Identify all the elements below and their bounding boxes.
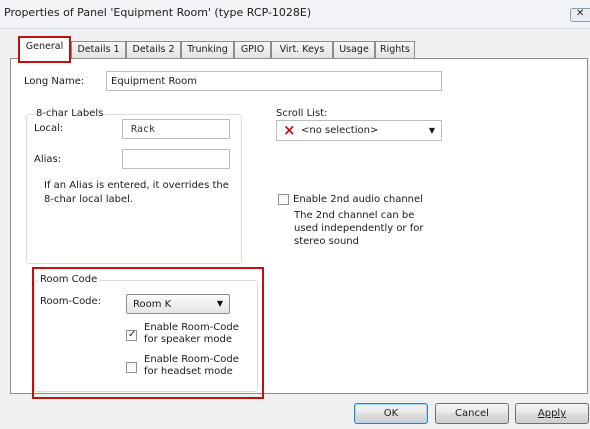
long-name-value: Equipment Room bbox=[111, 76, 197, 87]
alias-hint-line-1: If an Alias is entered, it overrides the bbox=[44, 180, 229, 191]
scroll-list-dropdown[interactable]: × <no selection> ▼ bbox=[276, 120, 442, 141]
labels-group-title: 8-char Labels bbox=[34, 108, 106, 119]
close-icon: ✕ bbox=[576, 8, 585, 19]
audio-hint-line-1: The 2nd channel can be bbox=[294, 210, 415, 221]
enable-2nd-audio-checkbox[interactable] bbox=[278, 194, 289, 205]
tab-trunking[interactable]: Trunking bbox=[181, 41, 234, 58]
long-name-field[interactable]: Equipment Room bbox=[106, 71, 442, 91]
room-code-highlight-box bbox=[32, 267, 264, 399]
tab-details-1[interactable]: Details 1 bbox=[71, 41, 126, 58]
scroll-list-value: <no selection> bbox=[301, 125, 379, 136]
apply-button[interactable]: Apply bbox=[515, 403, 589, 424]
scroll-list-label: Scroll List: bbox=[276, 108, 328, 119]
tab-usage[interactable]: Usage bbox=[333, 41, 375, 58]
tab-highlight-box bbox=[18, 36, 71, 63]
title-bar: Properties of Panel 'Equipment Room' (ty… bbox=[0, 0, 590, 29]
no-selection-x-icon: × bbox=[283, 121, 296, 139]
tab-gpio[interactable]: GPIO bbox=[234, 41, 271, 58]
chevron-down-icon: ▼ bbox=[428, 126, 435, 135]
audio-hint-line-2: used independently or for bbox=[294, 223, 424, 234]
tab-rights[interactable]: Rights bbox=[375, 41, 415, 58]
enable-2nd-audio-label: Enable 2nd audio channel bbox=[293, 194, 423, 205]
tab-details-2[interactable]: Details 2 bbox=[126, 41, 181, 58]
close-button[interactable]: ✕ bbox=[570, 8, 590, 22]
ok-button[interactable]: OK bbox=[354, 403, 428, 424]
tab-virt-keys[interactable]: Virt. Keys bbox=[271, 41, 333, 58]
alias-hint-line-2: 8-char local label. bbox=[44, 194, 134, 205]
alias-field[interactable] bbox=[122, 149, 230, 169]
apply-button-label: Apply bbox=[537, 408, 567, 419]
audio-hint-line-3: stereo sound bbox=[294, 236, 359, 247]
local-label: Local: bbox=[34, 123, 64, 134]
window-title: Properties of Panel 'Equipment Room' (ty… bbox=[4, 6, 312, 19]
cancel-button[interactable]: Cancel bbox=[435, 403, 509, 424]
local-value: Rack bbox=[131, 124, 156, 135]
local-field[interactable]: Rack bbox=[122, 119, 230, 139]
alias-label: Alias: bbox=[34, 154, 62, 165]
long-name-label: Long Name: bbox=[24, 76, 85, 87]
